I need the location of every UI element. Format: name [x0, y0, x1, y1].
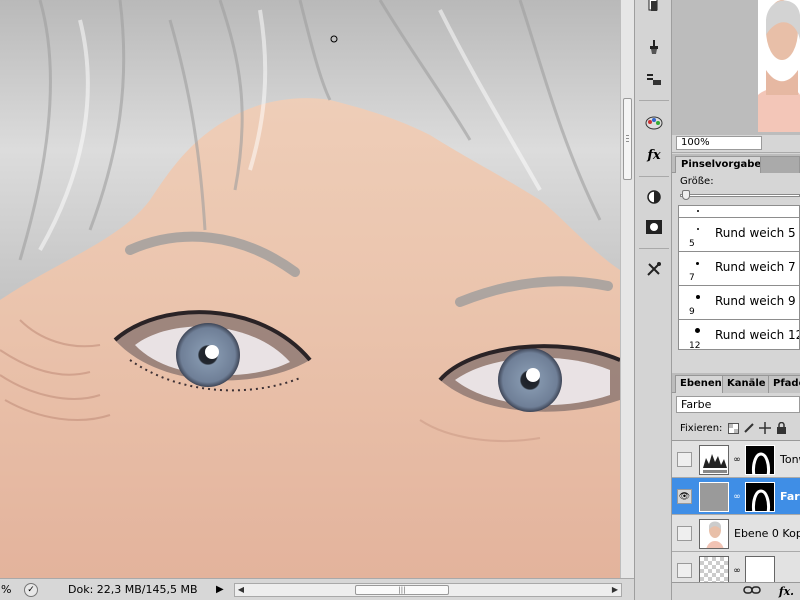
- visibility-toggle[interactable]: [677, 452, 692, 467]
- styles-icon[interactable]: [642, 112, 666, 134]
- navigator-zoom-field[interactable]: 100%: [676, 136, 762, 150]
- clone-source-icon[interactable]: [642, 0, 666, 16]
- fx-icon[interactable]: fx: [642, 144, 666, 166]
- navigator-toolbar: 100%: [672, 135, 800, 153]
- color-fill-thumbnail: [699, 482, 729, 512]
- brush-item-partial[interactable]: [679, 206, 799, 218]
- brush-size-value: 7: [689, 273, 695, 283]
- brush-item[interactable]: 9 Rund weich 9: [679, 286, 799, 320]
- link-layers-icon[interactable]: [743, 585, 761, 598]
- brush-size-value: 5: [689, 239, 695, 249]
- layer-mask-thumbnail[interactable]: [745, 482, 775, 512]
- tool-presets-icon[interactable]: [642, 68, 666, 90]
- tab-paths[interactable]: Pfade: [768, 375, 800, 393]
- document-canvas[interactable]: [0, 0, 620, 578]
- layers-footer: fx.: [672, 582, 800, 600]
- layer-name[interactable]: Tonw: [780, 453, 800, 466]
- vertical-scrollbar-thumb[interactable]: [623, 98, 632, 180]
- brush-name: Rund weich 12: [715, 328, 800, 342]
- layer-row[interactable]: ∞ Tonw: [672, 441, 800, 478]
- brush-name: Rund weich 9: [715, 294, 796, 308]
- brush-panel-tabs: Pinselvorgaben: [672, 154, 800, 173]
- layer-name[interactable]: Farb: [780, 490, 800, 503]
- tab-brush-extra[interactable]: [760, 156, 800, 173]
- portrait-photo: [0, 0, 620, 578]
- visibility-toggle[interactable]: [677, 526, 692, 541]
- lock-label: Fixieren:: [680, 422, 723, 434]
- tab-channels[interactable]: Kanäle: [722, 375, 771, 393]
- layers-panel-tabs: Ebenen Kanäle Pfade: [672, 373, 800, 393]
- transparent-thumbnail: [699, 556, 729, 582]
- visibility-toggle[interactable]: [677, 563, 692, 578]
- brush-presets-icon[interactable]: [642, 36, 666, 58]
- lock-all-icon[interactable]: [774, 421, 788, 435]
- layers-list: ∞ Tonw 👁 ∞ Farb Ebene 0 Ko: [672, 440, 800, 582]
- brush-item[interactable]: 5 Rund weich 5: [679, 218, 799, 252]
- brush-size-slider-thumb[interactable]: [682, 190, 690, 200]
- blend-mode-select[interactable]: Farbe: [676, 396, 800, 413]
- adjustment-thumbnail: [699, 445, 729, 475]
- scroll-right-icon[interactable]: ▶: [609, 584, 621, 596]
- layer-row-selected[interactable]: 👁 ∞ Farb: [672, 478, 800, 515]
- mask-link-icon[interactable]: ∞: [733, 491, 741, 503]
- navigator-panel: [672, 0, 800, 135]
- adjustments-icon[interactable]: [642, 186, 666, 208]
- brush-preset-list: 5 Rund weich 5 7 Rund weich 7 9 Rund wei…: [678, 205, 800, 350]
- photo-thumbnail: [699, 519, 729, 549]
- lock-position-icon[interactable]: [758, 421, 772, 435]
- right-panels: 100% Pinselvorgaben Größe: 5 Rund weich …: [672, 0, 800, 600]
- panel-icon-strip: fx: [634, 0, 672, 600]
- layer-row[interactable]: Ebene 0 Kopie: [672, 515, 800, 552]
- masks-icon[interactable]: [642, 216, 666, 238]
- zoom-readout[interactable]: %: [0, 583, 24, 596]
- layer-style-icon[interactable]: fx.: [779, 585, 794, 598]
- navigator-preview[interactable]: [758, 0, 800, 132]
- horizontal-scrollbar-thumb[interactable]: |||: [355, 584, 449, 595]
- eye-icon[interactable]: 👁: [677, 489, 692, 504]
- tab-layers[interactable]: Ebenen: [675, 375, 727, 393]
- brush-size-slider[interactable]: [680, 194, 800, 197]
- horizontal-scrollbar[interactable]: ◀ ||| ▶: [234, 582, 622, 597]
- brush-size-value: 9: [689, 307, 695, 317]
- brush-item[interactable]: 7 Rund weich 7: [679, 252, 799, 286]
- lock-row: Fixieren:: [672, 418, 800, 438]
- status-menu-arrow-icon[interactable]: ▶: [216, 584, 228, 595]
- brush-item[interactable]: 12 Rund weich 12: [679, 320, 800, 350]
- vertical-scrollbar[interactable]: [620, 0, 634, 578]
- brush-name: Rund weich 5: [715, 226, 796, 240]
- mask-link-icon[interactable]: ∞: [733, 565, 741, 577]
- layer-row[interactable]: ∞: [672, 552, 800, 582]
- status-info-icon[interactable]: ✓: [24, 582, 38, 597]
- status-bar: % ✓ Dok: 22,3 MB/145,5 MB ▶ ◀ ||| ▶: [0, 578, 634, 600]
- photoshop-window: % ✓ Dok: 22,3 MB/145,5 MB ▶ ◀ ||| ▶ fx 1…: [0, 0, 800, 600]
- lock-transparency-icon[interactable]: [726, 421, 740, 435]
- brush-size-label: Größe:: [680, 176, 714, 187]
- document-size-info: Dok: 22,3 MB/145,5 MB: [68, 583, 198, 596]
- layer-mask-thumbnail[interactable]: [745, 445, 775, 475]
- lock-pixels-icon[interactable]: [742, 421, 756, 435]
- layer-mask-thumbnail[interactable]: [745, 556, 775, 582]
- brush-name: Rund weich 7: [715, 260, 796, 274]
- tools-icon[interactable]: [642, 258, 666, 280]
- layer-name[interactable]: Ebene 0 Kopie: [734, 527, 800, 540]
- brush-size-value: 12: [689, 341, 701, 350]
- scroll-left-icon[interactable]: ◀: [235, 584, 247, 596]
- mask-link-icon[interactable]: ∞: [733, 454, 741, 466]
